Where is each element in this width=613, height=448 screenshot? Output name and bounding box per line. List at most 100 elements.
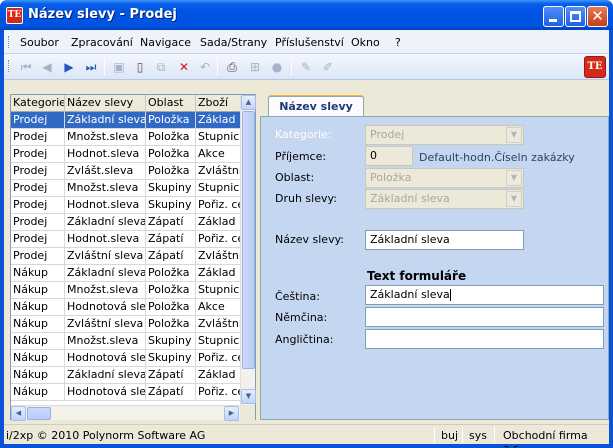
cell-nazev: Hodnot.sleva — [65, 197, 146, 213]
prijemce-value: 0 — [370, 149, 377, 162]
disabled-icon[interactable]: ● — [269, 59, 285, 75]
column-header-nazev[interactable]: Název slevy — [65, 95, 146, 112]
table-row[interactable]: NákupHodnotová slev.PoložkaAkce — [11, 299, 240, 316]
cell-kategorie: Nákup — [11, 299, 65, 315]
cell-zbozi: Základ — [196, 112, 240, 128]
table-row[interactable]: Prodej Hodnot.sleva Zápatí Pořiz. ce — [11, 231, 240, 248]
nazev-slevy-label: Název slevy: — [275, 233, 344, 246]
scroll-up-icon[interactable]: ▲ — [241, 95, 256, 110]
status-copyright: i/2xp © 2010 Polynorm Software AG — [6, 429, 206, 442]
scroll-down-icon[interactable]: ▼ — [241, 389, 256, 404]
save-icon[interactable]: ▣ — [111, 59, 127, 75]
column-header-oblast[interactable]: Oblast — [146, 95, 196, 112]
menu-grip-icon[interactable] — [8, 36, 11, 48]
chevron-down-icon[interactable]: ▼ — [506, 170, 522, 186]
table-row[interactable]: Nákup Základní sleva Položka Základ — [11, 265, 240, 282]
grid-header: Kategorie Název slevy Oblast Zboží — [11, 95, 240, 112]
nazev-slevy-input[interactable]: Základní sleva — [365, 230, 524, 250]
minimize-button[interactable] — [543, 6, 564, 27]
table-row[interactable]: Prodej Základní sleva Zápatí Základ — [11, 214, 240, 231]
menu-sada-strany[interactable]: Sada/Strany — [200, 36, 267, 49]
discount-grid[interactable]: Kategorie Název slevy Oblast Zboží Prode… — [11, 95, 240, 405]
grid-horizontal-scrollbar[interactable]: ◀ ▶ — [11, 405, 240, 421]
menu-help[interactable]: ? — [395, 36, 401, 49]
delete-icon[interactable]: ✕ — [176, 59, 192, 75]
edit-icon[interactable]: ✎ — [298, 59, 314, 75]
table-row[interactable]: NákupHodnotová slev.SkupinyPořiz. ce — [11, 350, 240, 367]
druh-slevy-select[interactable]: Základní sleva ▼ — [365, 189, 524, 209]
oblast-value: Položka — [370, 171, 412, 184]
detail-tab-area: Kategorie: Prodej ▼ Příjemce: 0 Default-… — [260, 94, 609, 420]
table-row[interactable]: ProdejMnožst.slevaPoložkaStupnice — [11, 129, 240, 146]
cell-oblast: Položka — [146, 112, 196, 128]
cell-zbozi: Základ — [198, 266, 236, 279]
nazev-slevy-value: Základní sleva — [370, 233, 450, 246]
table-row[interactable]: NákupMnožst.slevaSkupinyStupnice — [11, 333, 240, 350]
table-row[interactable]: Prodej Hodnot.sleva Položka Akce — [11, 146, 240, 163]
app-logo-icon[interactable]: TE — [6, 7, 23, 24]
menu-soubor[interactable]: Soubor — [20, 36, 59, 49]
menu-prislusenstvi[interactable]: Příslušenství — [275, 36, 344, 49]
menu-okno[interactable]: Okno — [351, 36, 380, 49]
table-row[interactable]: NákupMnožst.slevaPoložkaStupnice — [11, 282, 240, 299]
table-row[interactable]: Nákup Zvláštní sleva Položka Zvláštní — [11, 316, 240, 333]
brand-logo-button[interactable]: TE — [584, 56, 606, 78]
kategorie-select[interactable]: Prodej ▼ — [365, 125, 524, 145]
previous-record-icon[interactable]: ◀ — [39, 59, 55, 75]
status-separator — [494, 427, 495, 443]
undo-icon[interactable]: ↶ — [197, 59, 213, 75]
table-row[interactable]: Prodej Zvláštní sleva Zápatí Zvláštní — [11, 248, 240, 265]
kategorie-value: Prodej — [370, 128, 405, 141]
close-button[interactable]: ✕ — [587, 6, 608, 27]
column-header-zbozi[interactable]: Zboží — [196, 95, 240, 112]
table-row[interactable]: Nákup Základní sleva Zápatí Základ — [11, 367, 240, 384]
table-row[interactable]: Prodej Hodnot.sleva Skupiny Pořiz. ce — [11, 197, 240, 214]
status-system: sys — [469, 429, 487, 442]
cell-zbozi: Stupnice — [198, 283, 240, 296]
print-icon[interactable]: ⎙ — [224, 59, 240, 75]
cell-zbozi: Akce — [198, 147, 225, 160]
title-bar[interactable]: TE Název slevy - Prodej ✕ — [0, 0, 613, 30]
cestina-input[interactable]: Základní sleva — [365, 285, 604, 305]
cell-nazev: Hodnotová slev. — [67, 384, 146, 400]
cell-kategorie: Prodej — [11, 129, 65, 145]
grid-body: Prodej Základní sleva Položka Základ Prodej M… — [11, 112, 240, 401]
cell-oblast: Položka — [146, 129, 196, 145]
menu-navigace[interactable]: Navigace — [140, 36, 191, 49]
column-header-kategorie[interactable]: Kategorie — [11, 95, 65, 112]
new-icon[interactable]: ▯ — [132, 59, 148, 75]
cell-kategorie: Nákup — [11, 350, 65, 366]
cell-zbozi: Stupnice — [198, 181, 240, 194]
tree-icon[interactable]: ⊞ — [247, 59, 263, 75]
grid-vertical-scrollbar[interactable]: ▲ ▼ — [240, 95, 256, 405]
table-row[interactable]: Prodej Zvlášt.sleva Položka Zvláštní — [11, 163, 240, 180]
toolbar-separator — [104, 58, 105, 76]
tab-nazev-slevy[interactable]: Název slevy — [268, 96, 364, 116]
first-record-icon[interactable]: ⏮ — [18, 59, 34, 75]
maximize-button[interactable] — [565, 6, 586, 27]
chevron-down-icon[interactable]: ▼ — [506, 191, 522, 207]
edit-clear-icon[interactable]: ✐ — [320, 59, 336, 75]
chevron-down-icon[interactable]: ▼ — [506, 127, 522, 143]
nemcina-input[interactable] — [365, 307, 604, 327]
table-row[interactable]: NákupHodnotová slev.ZápatíPořiz. ce — [11, 384, 240, 401]
table-row[interactable]: Prodej Základní sleva Položka Základ — [11, 112, 240, 129]
table-row[interactable]: ProdejMnožst.slevaSkupinyStupnice — [11, 180, 240, 197]
vertical-scroll-thumb[interactable] — [242, 111, 255, 369]
cell-zbozi: Základ — [198, 215, 236, 228]
menu-zpracovani[interactable]: Zpracování — [71, 36, 133, 49]
cell-nazev: Základní sleva — [67, 367, 146, 383]
anglictina-label: Angličtina: — [275, 333, 334, 346]
scroll-left-icon[interactable]: ◀ — [11, 406, 26, 421]
prijemce-field[interactable]: 0 — [365, 146, 413, 166]
oblast-select[interactable]: Položka ▼ — [365, 168, 524, 188]
anglictina-input[interactable] — [365, 329, 604, 349]
last-record-icon[interactable]: ⏭ — [83, 59, 99, 75]
next-record-icon[interactable]: ▶ — [61, 59, 77, 75]
copy-icon[interactable]: ⧉ — [153, 59, 169, 75]
toolbar-grip-icon[interactable] — [8, 60, 11, 72]
horizontal-scroll-thumb[interactable] — [27, 407, 51, 420]
toolbar-separator — [291, 58, 292, 76]
scroll-right-icon[interactable]: ▶ — [224, 406, 239, 421]
cell-zbozi: Stupnice — [198, 334, 240, 347]
